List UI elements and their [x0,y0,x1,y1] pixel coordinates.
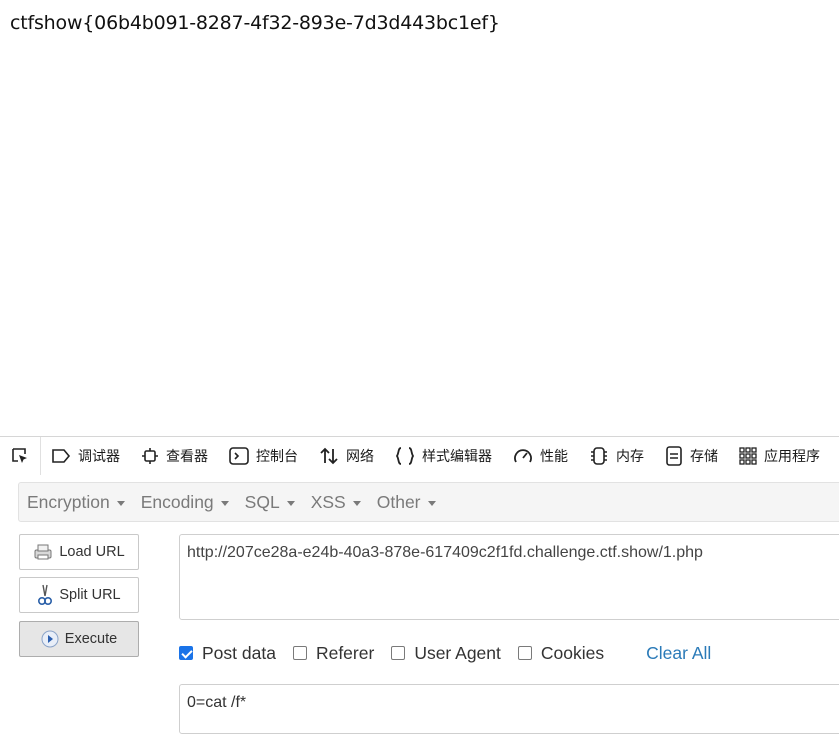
load-url-label: Load URL [59,544,125,560]
post-data-label: Post data [202,642,276,663]
user-agent-label: User Agent [414,642,501,663]
referer-checkbox[interactable] [292,646,307,660]
request-options: Post data Referer User Agent Cookies Cle… [179,641,711,665]
tab-label: 调试器 [78,449,120,465]
split-url-button[interactable]: Split URL [19,577,139,613]
menu-sql[interactable]: SQL [237,483,303,521]
caret-down-icon [116,500,125,506]
tab-application[interactable]: 应用程序 [729,437,831,475]
post-data-checkbox[interactable] [179,646,193,660]
hackbar-menubar: Encryption Encoding SQL XSS Other [18,482,839,522]
style-editor-icon [395,447,415,465]
debugger-icon [52,449,71,463]
url-textarea[interactable]: http://207ce28a-e24b-40a3-878e-617409c2f… [179,534,839,620]
tab-label: 内存 [616,449,644,465]
caret-down-icon [352,500,361,506]
referer-option[interactable]: Referer [292,642,375,664]
tab-storage[interactable]: 存储 [655,437,729,475]
play-icon [41,630,59,648]
console-icon [229,447,249,465]
tab-label: 应用程序 [764,449,820,465]
caret-down-icon [220,500,229,506]
execute-button[interactable]: Execute [19,621,139,657]
tab-label: 查看器 [166,449,208,465]
application-icon [739,447,757,465]
inspector-icon [142,448,158,464]
tab-network[interactable]: 网络 [309,437,385,475]
tab-inspector[interactable]: 查看器 [131,437,219,475]
tab-debugger[interactable]: 调试器 [41,437,131,475]
caret-down-icon [286,500,295,506]
load-url-icon [34,544,52,560]
cookies-option[interactable]: Cookies [517,642,605,664]
menu-encoding[interactable]: Encoding [133,483,237,521]
post-data-textarea[interactable]: 0=cat /f* [179,684,839,734]
hackbar-panel: Encryption Encoding SQL XSS Other Load U… [0,475,839,734]
referer-label: Referer [315,642,375,663]
memory-icon [591,447,607,465]
element-picker-button[interactable] [0,437,41,475]
tab-memory[interactable]: 内存 [579,437,655,475]
tab-console[interactable]: 控制台 [219,437,309,475]
load-url-button[interactable]: Load URL [19,534,139,570]
scissors-icon [38,584,53,606]
caret-down-icon [427,500,436,506]
menu-xss[interactable]: XSS [303,483,369,521]
menu-other[interactable]: Other [369,483,444,521]
storage-icon [666,446,682,466]
element-picker-icon [12,448,27,463]
flag-output-text: ctfshow{06b4b091-8287-4f32-893e-7d3d443b… [10,12,500,34]
clear-all-link[interactable]: Clear All [646,643,711,664]
post-data-option[interactable]: Post data [179,643,276,664]
performance-icon [514,449,532,463]
network-icon [320,447,338,465]
tab-label: 样式编辑器 [422,449,492,465]
cookies-label: Cookies [540,642,605,663]
user-agent-checkbox[interactable] [391,646,406,660]
tab-style-editor[interactable]: 样式编辑器 [385,437,503,475]
user-agent-option[interactable]: User Agent [391,643,501,664]
tab-performance[interactable]: 性能 [503,437,579,475]
split-url-label: Split URL [59,587,121,603]
tab-label: 网络 [346,449,374,465]
tab-label: 性能 [540,449,568,465]
tab-label: 控制台 [256,449,298,465]
menu-encryption[interactable]: Encryption [19,483,133,521]
execute-label: Execute [64,631,118,647]
devtools-toolbar: 调试器 查看器 控制台 网络 样式编辑器 性能 内存 存储 应用程序 [0,436,839,476]
tab-label: 存储 [690,449,718,465]
cookies-checkbox[interactable] [517,646,532,660]
